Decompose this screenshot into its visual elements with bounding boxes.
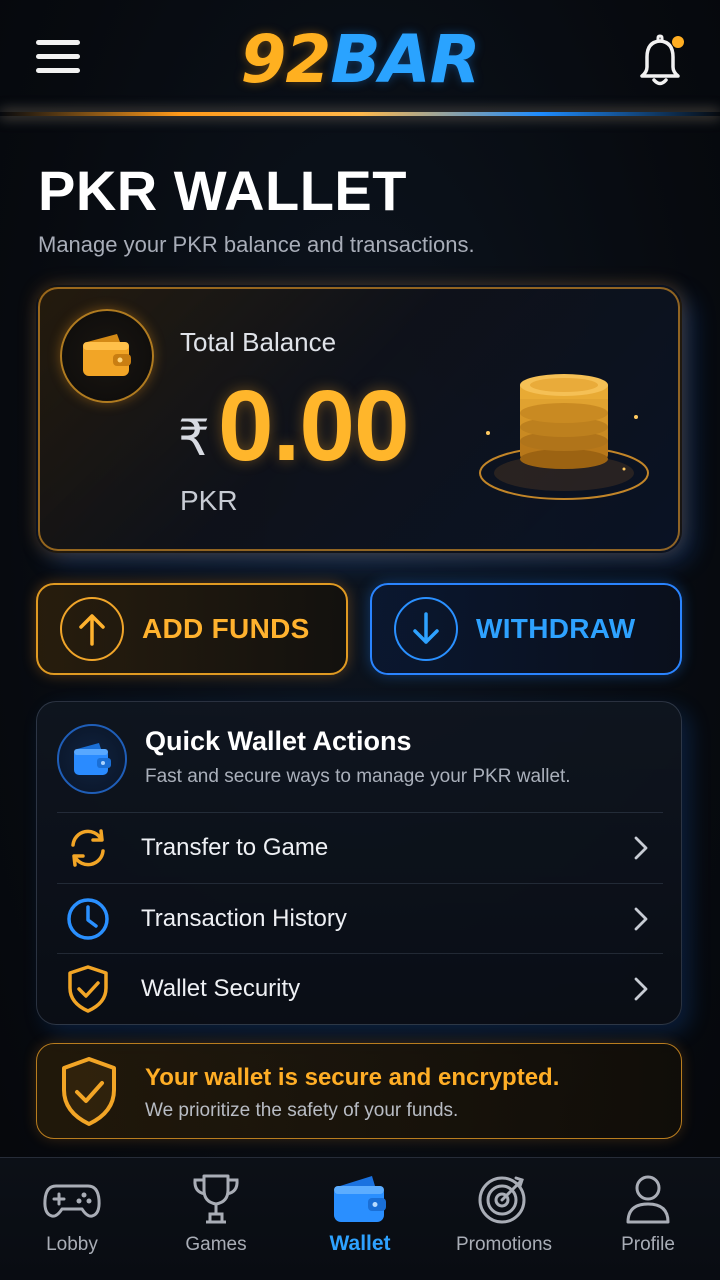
- bell-icon[interactable]: [636, 34, 686, 88]
- user-icon: [626, 1175, 670, 1224]
- nav-item-profile[interactable]: Profile: [576, 1158, 720, 1280]
- nav-label-wallet: Wallet: [329, 1232, 391, 1255]
- page-subtitle: Manage your PKR balance and transactions…: [38, 232, 475, 257]
- add-funds-label: ADD FUNDS: [142, 613, 310, 644]
- app-logo: 92BAR: [0, 22, 720, 98]
- quick-actions-badge: [57, 724, 127, 794]
- chevron-right-icon: [634, 907, 648, 930]
- coin-stack-icon: [479, 374, 649, 500]
- transfer-to-game-label: Transfer to Game: [141, 833, 329, 861]
- balance-currency-code: PKR: [180, 485, 238, 516]
- security-banner-title: Your wallet is secure and encrypted.: [145, 1064, 560, 1091]
- target-icon: [478, 1176, 526, 1224]
- security-banner: Your wallet is secure and encrypted. We …: [36, 1043, 682, 1139]
- arrow-down-circle: [394, 597, 458, 661]
- quick-actions-title: Quick Wallet Actions: [145, 726, 412, 756]
- chevron-right-icon: [634, 836, 648, 859]
- nav-label-games: Games: [185, 1234, 247, 1255]
- app-header: 92BAR: [0, 0, 720, 118]
- balance-amount: 0.00: [218, 370, 410, 482]
- transfer-to-game-row[interactable]: Transfer to Game: [57, 812, 663, 882]
- transaction-history-row[interactable]: Transaction History: [57, 883, 663, 953]
- gamepad-icon: [43, 1184, 101, 1218]
- transfer-icon: [63, 823, 113, 873]
- wallet-security-label: Wallet Security: [141, 974, 301, 1002]
- wallet-icon: [334, 1176, 386, 1222]
- nav-label-lobby: Lobby: [46, 1234, 98, 1255]
- wallet-icon: [83, 334, 131, 376]
- chevron-right-icon: [634, 977, 648, 1000]
- currency-symbol: ₹: [178, 410, 210, 466]
- nav-item-wallet[interactable]: Wallet: [288, 1158, 432, 1280]
- nav-item-promotions[interactable]: Promotions: [432, 1158, 576, 1280]
- shield-check-icon: [63, 964, 113, 1014]
- add-funds-button[interactable]: ADD FUNDS: [36, 583, 348, 675]
- clock-icon: [63, 894, 113, 944]
- nav-item-games[interactable]: Games: [144, 1158, 288, 1280]
- arrow-up-circle: [60, 597, 124, 661]
- wallet-icon: [74, 743, 111, 775]
- logo-part-92: 92: [240, 21, 331, 98]
- bottom-navigation: Lobby Games Wallet Promotions Profile: [0, 1157, 720, 1280]
- header-divider: [0, 112, 720, 116]
- nav-item-lobby[interactable]: Lobby: [0, 1158, 144, 1280]
- arrow-down-icon: [413, 612, 439, 644]
- shield-check-icon: [62, 1057, 116, 1126]
- total-balance-label: Total Balance: [180, 327, 337, 357]
- trophy-icon: [193, 1174, 239, 1224]
- balance-card: Total Balance ₹ 0.00 PKR: [36, 285, 682, 553]
- balance-wallet-badge: [60, 309, 154, 403]
- withdraw-button[interactable]: WITHDRAW: [370, 583, 682, 675]
- notification-dot: [672, 36, 684, 48]
- quick-wallet-actions-card: Quick Wallet Actions Fast and secure way…: [36, 701, 682, 1025]
- quick-actions-subtitle: Fast and secure ways to manage your PKR …: [145, 766, 571, 787]
- nav-label-promotions: Promotions: [455, 1234, 553, 1255]
- wallet-security-row[interactable]: Wallet Security: [57, 953, 663, 1023]
- page-title: PKR WALLET: [38, 159, 407, 222]
- nav-label-profile: Profile: [621, 1234, 675, 1255]
- transaction-history-label: Transaction History: [141, 904, 347, 932]
- arrow-up-icon: [79, 614, 105, 646]
- withdraw-label: WITHDRAW: [476, 613, 636, 644]
- logo-part-bar: BAR: [330, 21, 480, 98]
- security-banner-subtitle: We prioritize the safety of your funds.: [145, 1100, 459, 1121]
